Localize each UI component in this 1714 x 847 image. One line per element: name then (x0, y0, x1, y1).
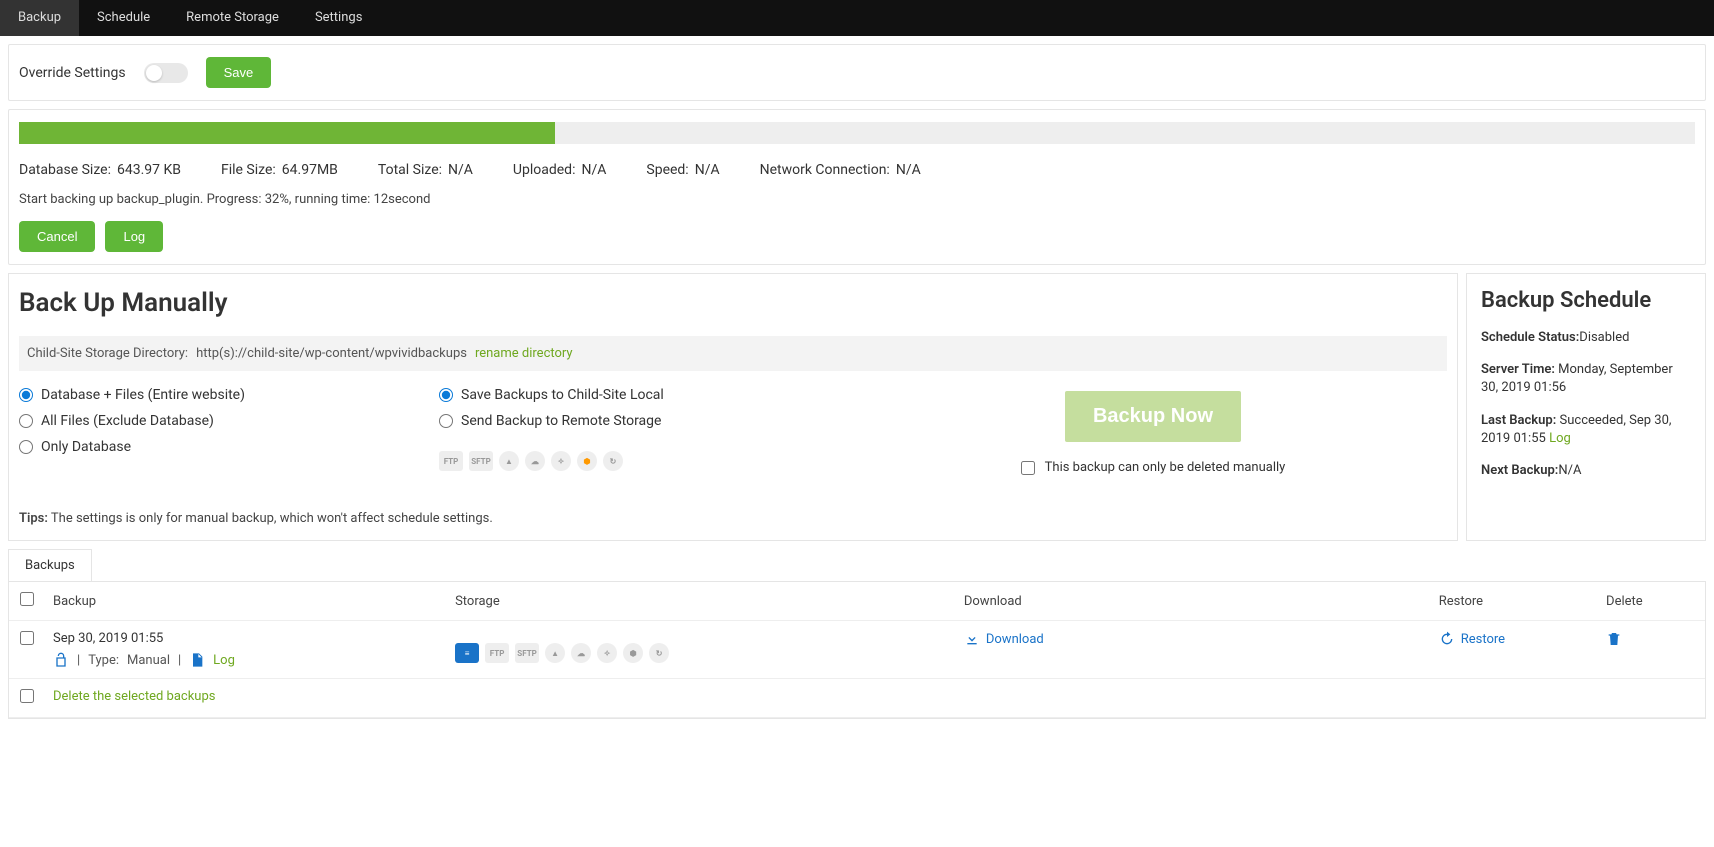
next-backup-value: N/A (1558, 463, 1581, 478)
log-button[interactable]: Log (105, 221, 163, 252)
radio-db-only-label: Only Database (41, 439, 131, 455)
nav-tab-schedule[interactable]: Schedule (79, 0, 168, 36)
manual-title: Back Up Manually (19, 288, 1447, 318)
top-nav: Backup Schedule Remote Storage Settings (0, 0, 1714, 36)
db-size-value: 643.97 KB (117, 162, 181, 178)
backup-now-button[interactable]: Backup Now (1065, 391, 1241, 442)
ftp-icon: FTP (439, 451, 463, 471)
backup-date: Sep 30, 2019 01:55 (53, 631, 439, 646)
radio-remote[interactable] (439, 414, 453, 428)
progress-panel: Database Size: 643.97 KB File Size: 64.97M… (8, 109, 1706, 265)
nav-tab-backup[interactable]: Backup (0, 0, 79, 36)
cancel-button[interactable]: Cancel (19, 221, 95, 252)
override-panel: Override Settings Save (8, 44, 1706, 101)
sftp-icon: SFTP (469, 451, 493, 471)
radio-files-only-label: All Files (Exclude Database) (41, 413, 214, 429)
dropbox-icon: ✧ (597, 643, 617, 663)
radio-db-only[interactable] (19, 440, 33, 454)
radio-local[interactable] (439, 388, 453, 402)
do-icon: ↻ (649, 643, 669, 663)
sched-status-label: Schedule Status: (1481, 330, 1579, 345)
last-backup-log-link[interactable]: Log (1549, 431, 1571, 446)
tips-text: The settings is only for manual backup, … (51, 511, 493, 526)
sched-status-value: Disabled (1579, 330, 1629, 345)
tips-label: Tips: (19, 511, 48, 526)
dir-label: Child-Site Storage Directory: (27, 346, 188, 361)
document-icon (189, 652, 205, 668)
manual-delete-label: This backup can only be deleted manually (1045, 460, 1286, 475)
backups-table: Backup Storage Download Restore Delete S… (8, 581, 1706, 719)
override-toggle[interactable] (144, 63, 188, 83)
manual-backup-card: Back Up Manually Child-Site Storage Dire… (8, 273, 1458, 541)
onedrive-icon: ☁ (525, 451, 545, 471)
next-backup-label: Next Backup: (1481, 463, 1558, 478)
total-size-value: N/A (448, 162, 473, 178)
footer-checkbox[interactable] (20, 689, 34, 703)
dropbox-icon: ✧ (551, 451, 571, 471)
backup-where-group: Save Backups to Child-Site Local Send Ba… (439, 387, 819, 475)
table-row: Sep 30, 2019 01:55 | Type: Manual | Log … (9, 621, 1705, 679)
lock-open-icon (53, 652, 69, 668)
download-link[interactable]: Download (964, 631, 1423, 647)
radio-files-only[interactable] (19, 414, 33, 428)
uploaded-value: N/A (581, 162, 606, 178)
total-size-label: Total Size: (378, 162, 442, 178)
ftp-icon: FTP (485, 643, 509, 663)
sftp-icon: SFTP (515, 643, 539, 663)
backup-what-group: Database + Files (Entire website) All Fi… (19, 387, 399, 475)
col-download: Download (956, 582, 1431, 621)
s3-icon: ⬢ (623, 643, 643, 663)
db-size-label: Database Size: (19, 162, 111, 178)
schedule-title: Backup Schedule (1481, 288, 1691, 313)
delete-selected-link[interactable]: Delete the selected backups (53, 689, 216, 704)
progress-status: Start backing up backup_plugin. Progress… (19, 192, 1695, 207)
type-value: Manual (127, 653, 170, 668)
speed-label: Speed: (646, 162, 688, 178)
file-size-label: File Size: (221, 162, 276, 178)
trash-icon (1606, 631, 1622, 647)
col-backup: Backup (45, 582, 447, 621)
progress-bar (19, 122, 1695, 144)
uploaded-label: Uploaded: (513, 162, 576, 178)
network-value: N/A (896, 162, 921, 178)
s3-icon: ⬢ (577, 451, 597, 471)
restore-icon (1439, 631, 1455, 647)
radio-remote-label: Send Backup to Remote Storage (461, 413, 661, 429)
do-icon: ↻ (603, 451, 623, 471)
storage-icons-row: FTP SFTP ▲ ☁ ✧ ⬢ ↻ (439, 451, 819, 471)
schedule-card: Backup Schedule Schedule Status:Disabled… (1466, 273, 1706, 541)
download-icon (964, 631, 980, 647)
nav-tab-settings[interactable]: Settings (297, 0, 380, 36)
server-time-label: Server Time: (1481, 362, 1555, 377)
save-button[interactable]: Save (206, 57, 272, 88)
nav-tab-remote-storage[interactable]: Remote Storage (168, 0, 297, 36)
col-storage: Storage (447, 582, 956, 621)
speed-value: N/A (695, 162, 720, 178)
row-log-link[interactable]: Log (213, 653, 235, 668)
select-all-checkbox[interactable] (20, 592, 34, 606)
row-checkbox[interactable] (20, 631, 34, 645)
col-restore: Restore (1431, 582, 1598, 621)
radio-db-files[interactable] (19, 388, 33, 402)
dir-path: http(s)://child-site/wp-content/wpvividb… (196, 346, 467, 361)
gdrive-icon: ▲ (545, 643, 565, 663)
radio-db-files-label: Database + Files (Entire website) (41, 387, 245, 403)
restore-link[interactable]: Restore (1439, 631, 1590, 647)
gdrive-icon: ▲ (499, 451, 519, 471)
override-label: Override Settings (19, 65, 126, 81)
rename-directory-link[interactable]: rename directory (475, 346, 573, 361)
file-size-value: 64.97MB (282, 162, 338, 178)
type-label: Type: (88, 653, 119, 668)
onedrive-icon: ☁ (571, 643, 591, 663)
backups-tab[interactable]: Backups (8, 549, 92, 581)
col-delete: Delete (1598, 582, 1705, 621)
radio-local-label: Save Backups to Child-Site Local (461, 387, 664, 403)
last-backup-label: Last Backup: (1481, 413, 1556, 428)
network-label: Network Connection: (760, 162, 890, 178)
local-storage-icon: ≡ (455, 643, 479, 663)
manual-delete-checkbox[interactable] (1021, 461, 1035, 475)
delete-link[interactable] (1606, 631, 1622, 646)
